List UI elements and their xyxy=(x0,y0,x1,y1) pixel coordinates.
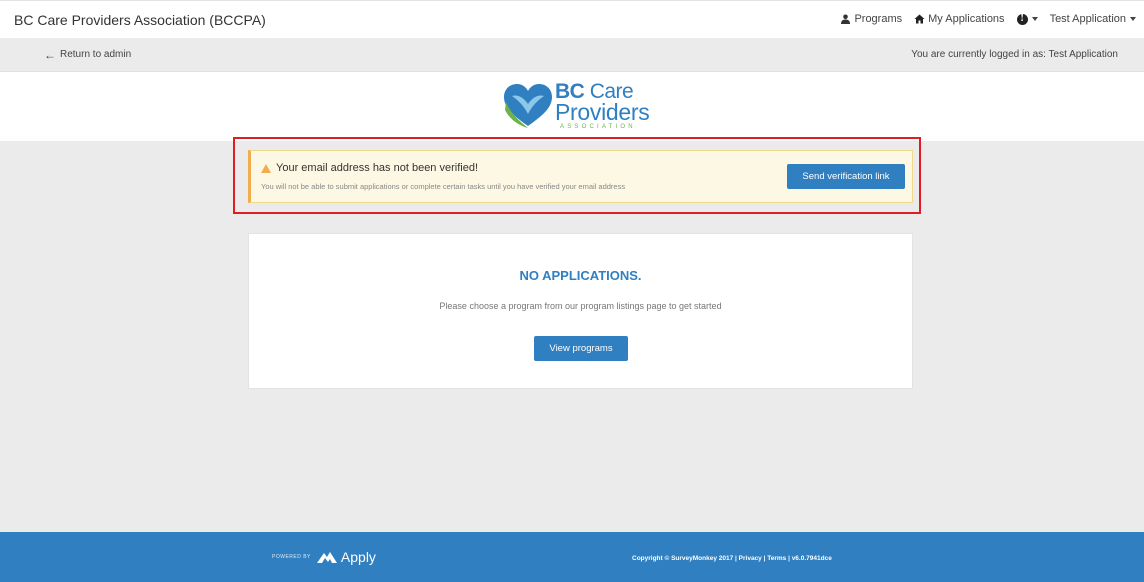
return-to-admin-link[interactable]: ← Return to admin xyxy=(44,47,132,62)
no-applications-text: Please choose a program from our program… xyxy=(439,301,722,311)
heart-hands-logo-icon xyxy=(504,84,552,128)
arrow-left-icon: ← xyxy=(44,47,56,62)
help-dropdown[interactable]: ! xyxy=(1016,13,1038,25)
powered-by-apply[interactable]: POWERED BY Apply xyxy=(272,549,376,565)
info-icon: ! xyxy=(1016,13,1028,25)
logo-band: BC Care Providers ASSOCIATION xyxy=(0,72,1144,141)
home-icon xyxy=(914,14,925,24)
powered-by-label: POWERED BY xyxy=(272,554,311,560)
user-menu[interactable]: Test Application xyxy=(1050,13,1136,25)
warning-icon xyxy=(261,163,271,173)
user-name: Test Application xyxy=(1049,13,1126,25)
site-brand[interactable]: BC Care Providers Association (BCCPA) xyxy=(14,12,266,28)
nav-programs[interactable]: Programs xyxy=(840,13,902,25)
logo-text-providers: Providers xyxy=(555,99,650,125)
nav-my-applications[interactable]: My Applications xyxy=(914,13,1005,25)
send-verification-link-button[interactable]: Send verification link xyxy=(787,164,905,189)
alert-message: You will not be able to submit applicati… xyxy=(261,182,626,191)
apply-brand-text: Apply xyxy=(340,549,376,565)
nav-my-applications-label: My Applications xyxy=(928,13,1005,25)
return-to-admin-label: Return to admin xyxy=(60,49,132,60)
applications-card: NO APPLICATIONS. Please choose a program… xyxy=(248,233,913,389)
apply-logo-icon xyxy=(316,552,337,563)
top-nav: Programs My Applications ! Test Applicat… xyxy=(828,13,1136,25)
footer: POWERED BY Apply Copyright © SurveyMonke… xyxy=(0,532,1144,582)
copyright-text[interactable]: Copyright © SurveyMonkey 2017 | Privacy … xyxy=(632,555,832,562)
nav-programs-label: Programs xyxy=(854,13,903,25)
users-icon xyxy=(841,14,851,24)
alert-title: Your email address has not been verified… xyxy=(261,162,478,174)
email-verification-alert: Your email address has not been verified… xyxy=(248,150,913,203)
chevron-down-icon xyxy=(1031,17,1038,21)
no-applications-title: NO APPLICATIONS. xyxy=(519,268,642,283)
alert-title-text: Your email address has not been verified… xyxy=(276,162,478,174)
logo-text-association: ASSOCIATION xyxy=(560,124,636,130)
view-programs-button[interactable]: View programs xyxy=(534,336,628,361)
top-navbar: BC Care Providers Association (BCCPA) Pr… xyxy=(0,0,1144,38)
logged-in-status: You are currently logged in as: Test App… xyxy=(911,49,1118,60)
admin-bar: ← Return to admin You are currently logg… xyxy=(0,38,1144,72)
bccpa-logo[interactable]: BC Care Providers ASSOCIATION xyxy=(500,80,660,136)
chevron-down-icon xyxy=(1130,17,1136,21)
